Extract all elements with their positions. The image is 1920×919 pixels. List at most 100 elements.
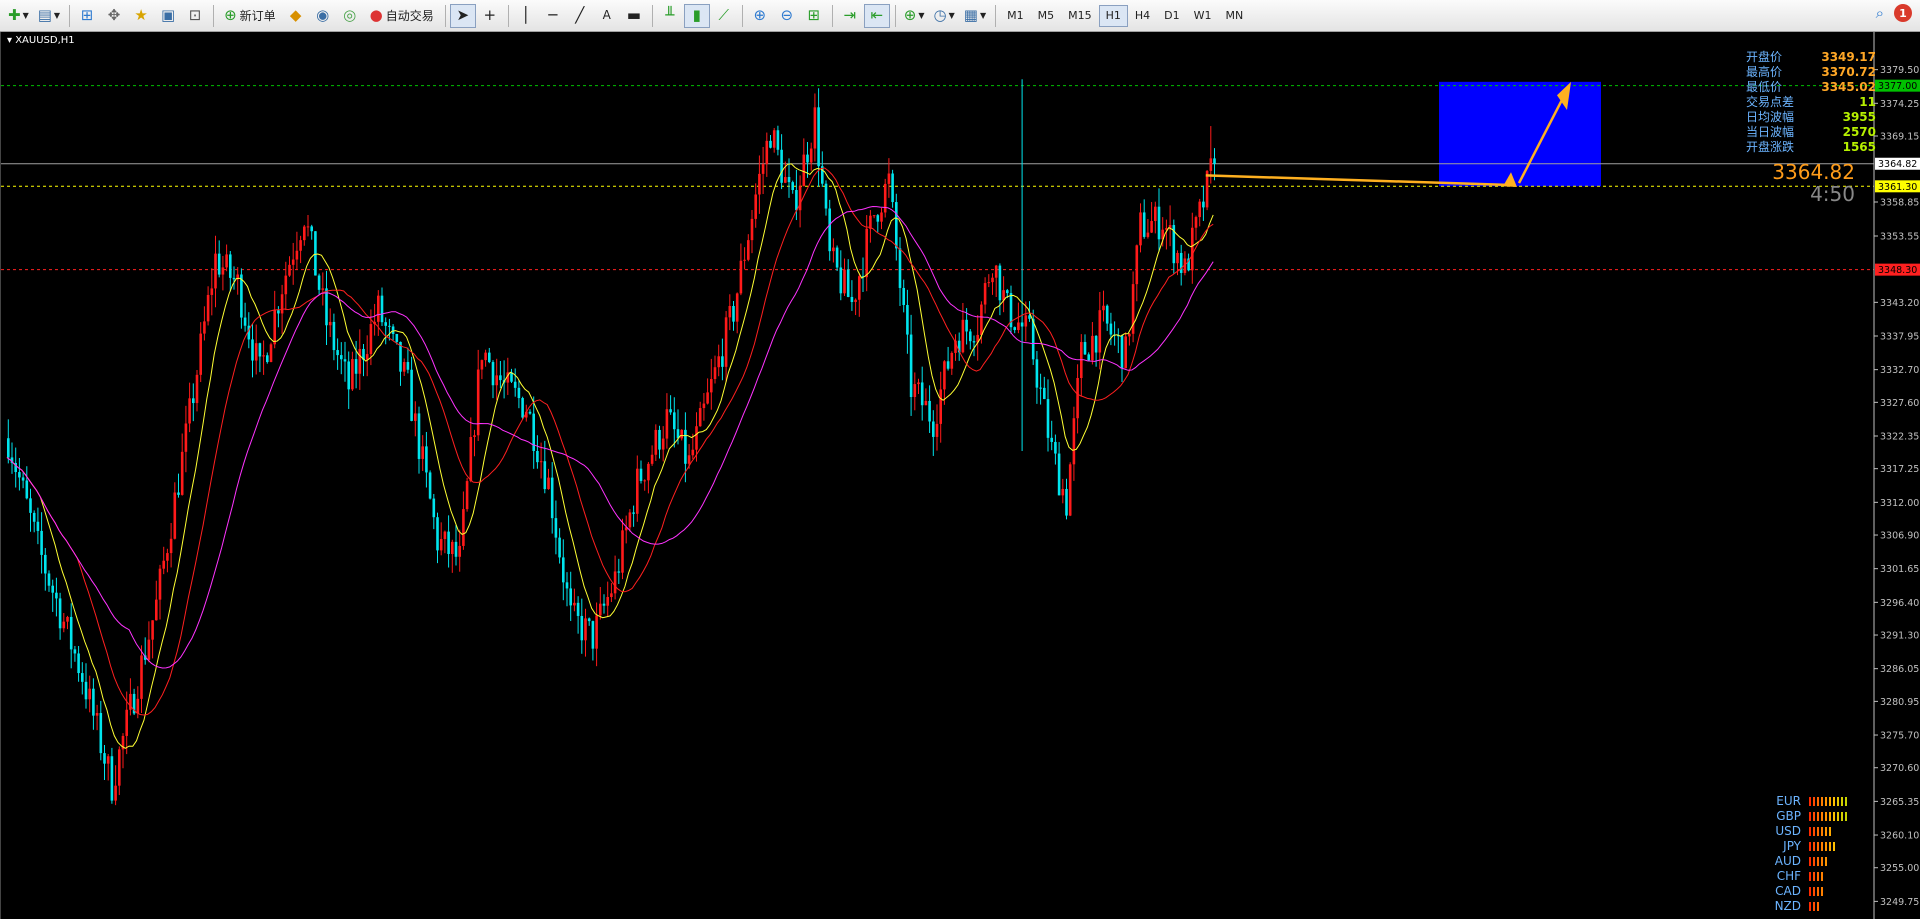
zoom-in-button[interactable]: ⊕ (747, 4, 773, 28)
candle-body (29, 498, 32, 513)
text-tool-button[interactable]: A (594, 4, 620, 28)
candle-body (1128, 333, 1131, 337)
strength-bar (1809, 797, 1811, 806)
candle-body (632, 512, 635, 514)
market-button[interactable]: ◎ (337, 4, 363, 28)
search-icon[interactable]: ⌕ (1876, 4, 1884, 22)
candle-body (721, 356, 724, 367)
currency-row: CHF (1763, 869, 1853, 884)
strength-bar (1821, 812, 1823, 821)
candle-body (658, 429, 661, 450)
candle-body (550, 477, 554, 519)
candle-body (698, 408, 702, 427)
cursor-tool-button[interactable]: ➤ (449, 3, 476, 28)
zoom-in-icon: ⊕ (753, 6, 767, 24)
horizontal-line-button[interactable]: ─ (540, 4, 566, 28)
auto-scroll-button[interactable]: ⇥ (837, 4, 863, 28)
bar-chart-button[interactable]: ╨ (657, 4, 683, 28)
strength-bar (1821, 857, 1823, 866)
toolbar-separator (651, 4, 653, 27)
candle-body (1157, 206, 1161, 240)
info-label: 开盘涨跌 (1746, 140, 1795, 154)
candle-body (991, 277, 994, 283)
candle-body (254, 343, 258, 361)
strength-bar (1833, 797, 1835, 806)
info-value: 3349.17 (1821, 50, 1876, 64)
timeframe-m15[interactable]: M15 (1061, 5, 1099, 27)
candle-body (462, 509, 465, 546)
profiles-button[interactable]: ▤ ▼ (34, 4, 64, 28)
candle-body (40, 530, 43, 555)
candle-body (621, 530, 624, 573)
strength-bar (1829, 842, 1831, 851)
timeframe-m1[interactable]: M1 (1000, 5, 1031, 27)
strategy-tester-button[interactable]: ⊡ (182, 4, 208, 28)
candle-body (717, 356, 720, 368)
info-label: 最低价 (1746, 80, 1783, 94)
timeframe-h4[interactable]: H4 (1128, 5, 1157, 27)
strength-bar (1813, 872, 1815, 881)
metaeditor-button[interactable]: ◆ (283, 4, 309, 28)
timeframe-mn[interactable]: MN (1219, 5, 1251, 27)
auto-trade-button[interactable]: ● 自动交易 (364, 4, 440, 28)
candle-body (539, 461, 543, 463)
periods-button[interactable]: ◷ ▼ (930, 4, 959, 28)
candle-body (406, 362, 410, 370)
candle-body (1154, 206, 1157, 222)
toolbar-separator (894, 4, 896, 27)
market-watch-icon: ⊞ (80, 6, 94, 24)
new-chart-button[interactable]: ✚ ▼ (4, 4, 33, 28)
data-window-button[interactable]: ✥ (101, 4, 127, 28)
line-chart-button[interactable]: ⟋ (711, 4, 737, 28)
candle-body (1146, 232, 1150, 237)
candle-body (735, 293, 739, 322)
candle-body (639, 468, 643, 481)
candle-body (1024, 315, 1028, 327)
strength-bar (1813, 902, 1815, 911)
signals-button[interactable]: ◉ (310, 4, 336, 28)
strength-bar (1837, 812, 1839, 821)
candle-body (206, 294, 210, 322)
indicators-button[interactable]: ⊕ ▼ (900, 4, 929, 28)
crosshair-tool-button[interactable]: + (477, 4, 503, 28)
navigator-button[interactable]: ★ (128, 4, 154, 28)
candle-body (99, 712, 103, 754)
timeframe-m5[interactable]: M5 (1031, 5, 1062, 27)
label-tool-button[interactable]: ▬ (621, 4, 647, 28)
templates-button[interactable]: ▦ ▼ (960, 4, 990, 28)
candle-body (809, 148, 813, 163)
timeframe-d1[interactable]: D1 (1157, 5, 1186, 27)
candle-body (258, 343, 262, 357)
candlestick-chart-button[interactable]: ▮ (683, 3, 710, 28)
info-value: 3370.72 (1821, 65, 1876, 79)
candle-body (106, 756, 110, 764)
vertical-line-button[interactable]: │ (513, 4, 539, 28)
timeframe-w1[interactable]: W1 (1187, 5, 1219, 27)
candle-body (743, 259, 746, 261)
candle-body (321, 288, 325, 290)
notification-badge[interactable]: 1 (1894, 4, 1912, 22)
currency-name: AUD (1774, 854, 1801, 868)
info-row: 当日波幅 2570 (1746, 125, 1876, 140)
chart-canvas[interactable]: 3379.50 3374.25 3369.15 3358.85 3353.55 3343.… (1, 32, 1920, 919)
new-order-button[interactable]: ⊕ 新订单 (218, 4, 282, 28)
navigator-icon: ★ (134, 6, 148, 24)
timeframe-h1[interactable]: H1 (1098, 4, 1128, 27)
chart-shift-button[interactable]: ⇤ (863, 3, 890, 28)
price-chart[interactable]: 3379.50 3374.25 3369.15 3358.85 3353.55 3343.… (0, 32, 1920, 919)
terminal-button[interactable]: ▣ (155, 4, 181, 28)
strength-bar (1817, 902, 1819, 911)
zoom-out-button[interactable]: ⊖ (774, 4, 800, 28)
candle-body (617, 571, 621, 573)
candle-body (521, 398, 524, 418)
currency-strength-bars (1809, 812, 1847, 821)
trendline-button[interactable]: ╱ (567, 4, 593, 28)
candle-body (136, 698, 140, 714)
candle-body (1050, 437, 1053, 442)
candle-body (351, 359, 354, 390)
strength-bar (1837, 797, 1839, 806)
candle-body (77, 653, 80, 674)
candle-body (828, 208, 831, 252)
market-watch-button[interactable]: ⊞ (74, 4, 100, 28)
tile-windows-button[interactable]: ⊞ (801, 4, 827, 28)
